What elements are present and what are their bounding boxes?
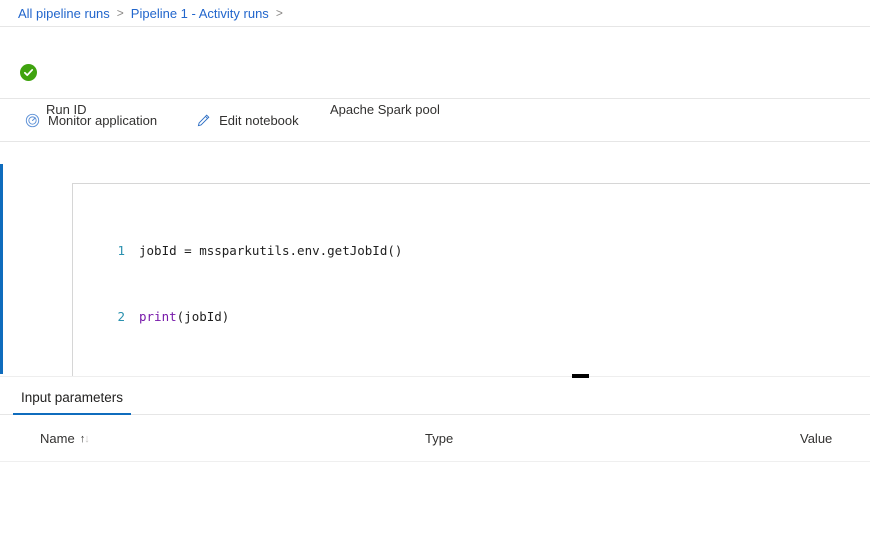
column-header-type[interactable]: Type — [425, 415, 800, 462]
line-number: 2 — [73, 309, 139, 326]
breadcrumb-item-pipeline-activity-runs[interactable]: Pipeline 1 - Activity runs — [131, 6, 269, 21]
panel-splitter — [0, 376, 870, 377]
tab-input-parameters-label: Input parameters — [21, 390, 123, 405]
sort-arrows-icon: ↑↓ — [80, 433, 89, 445]
column-header-run-id: Run ID — [46, 102, 86, 117]
code-lines: 1 jobId = mssparkutils.env.getJobId() 2 … — [73, 184, 870, 376]
details-tabstrip: Input parameters — [0, 377, 870, 415]
code-line: 2 print(jobId) — [73, 309, 870, 326]
code-editor[interactable]: 1 jobId = mssparkutils.env.getJobId() 2 … — [72, 183, 870, 376]
breadcrumb-item-all-pipeline-runs[interactable]: All pipeline runs — [18, 6, 110, 21]
table-empty-body — [0, 462, 870, 544]
column-header-name[interactable]: Name ↑↓ — [0, 415, 425, 462]
notebook-cell-region: 1 jobId = mssparkutils.env.getJobId() 2 … — [0, 142, 870, 376]
column-header-type-label: Type — [425, 431, 453, 446]
column-header-value-label: Value — [800, 431, 832, 446]
details-panel: Input parameters Name ↑↓ Type Value — [0, 377, 870, 535]
breadcrumb-separator-icon: > — [117, 6, 124, 20]
line-number: 1 — [73, 243, 139, 260]
run-summary: Run ID Apache Spark pool — [0, 27, 870, 99]
code-line: 1 jobId = mssparkutils.env.getJobId() — [73, 243, 870, 260]
check-circle-icon — [20, 64, 37, 81]
input-parameters-table-body — [0, 462, 870, 544]
column-header-apache-spark-pool: Apache Spark pool — [330, 102, 440, 117]
column-header-name-label: Name — [40, 431, 75, 446]
tab-input-parameters[interactable]: Input parameters — [13, 390, 131, 414]
table-header-row: Name ↑↓ Type Value — [0, 415, 870, 462]
splitter-drag-handle[interactable] — [572, 374, 589, 378]
column-header-value[interactable]: Value — [800, 415, 870, 462]
breadcrumb-separator-icon: > — [276, 6, 283, 20]
line-content: jobId = mssparkutils.env.getJobId() — [139, 243, 402, 260]
active-cell-indicator — [0, 164, 3, 374]
breadcrumb: All pipeline runs > Pipeline 1 - Activit… — [0, 0, 870, 27]
input-parameters-table: Name ↑↓ Type Value — [0, 415, 870, 544]
line-content: print(jobId) — [139, 309, 229, 326]
